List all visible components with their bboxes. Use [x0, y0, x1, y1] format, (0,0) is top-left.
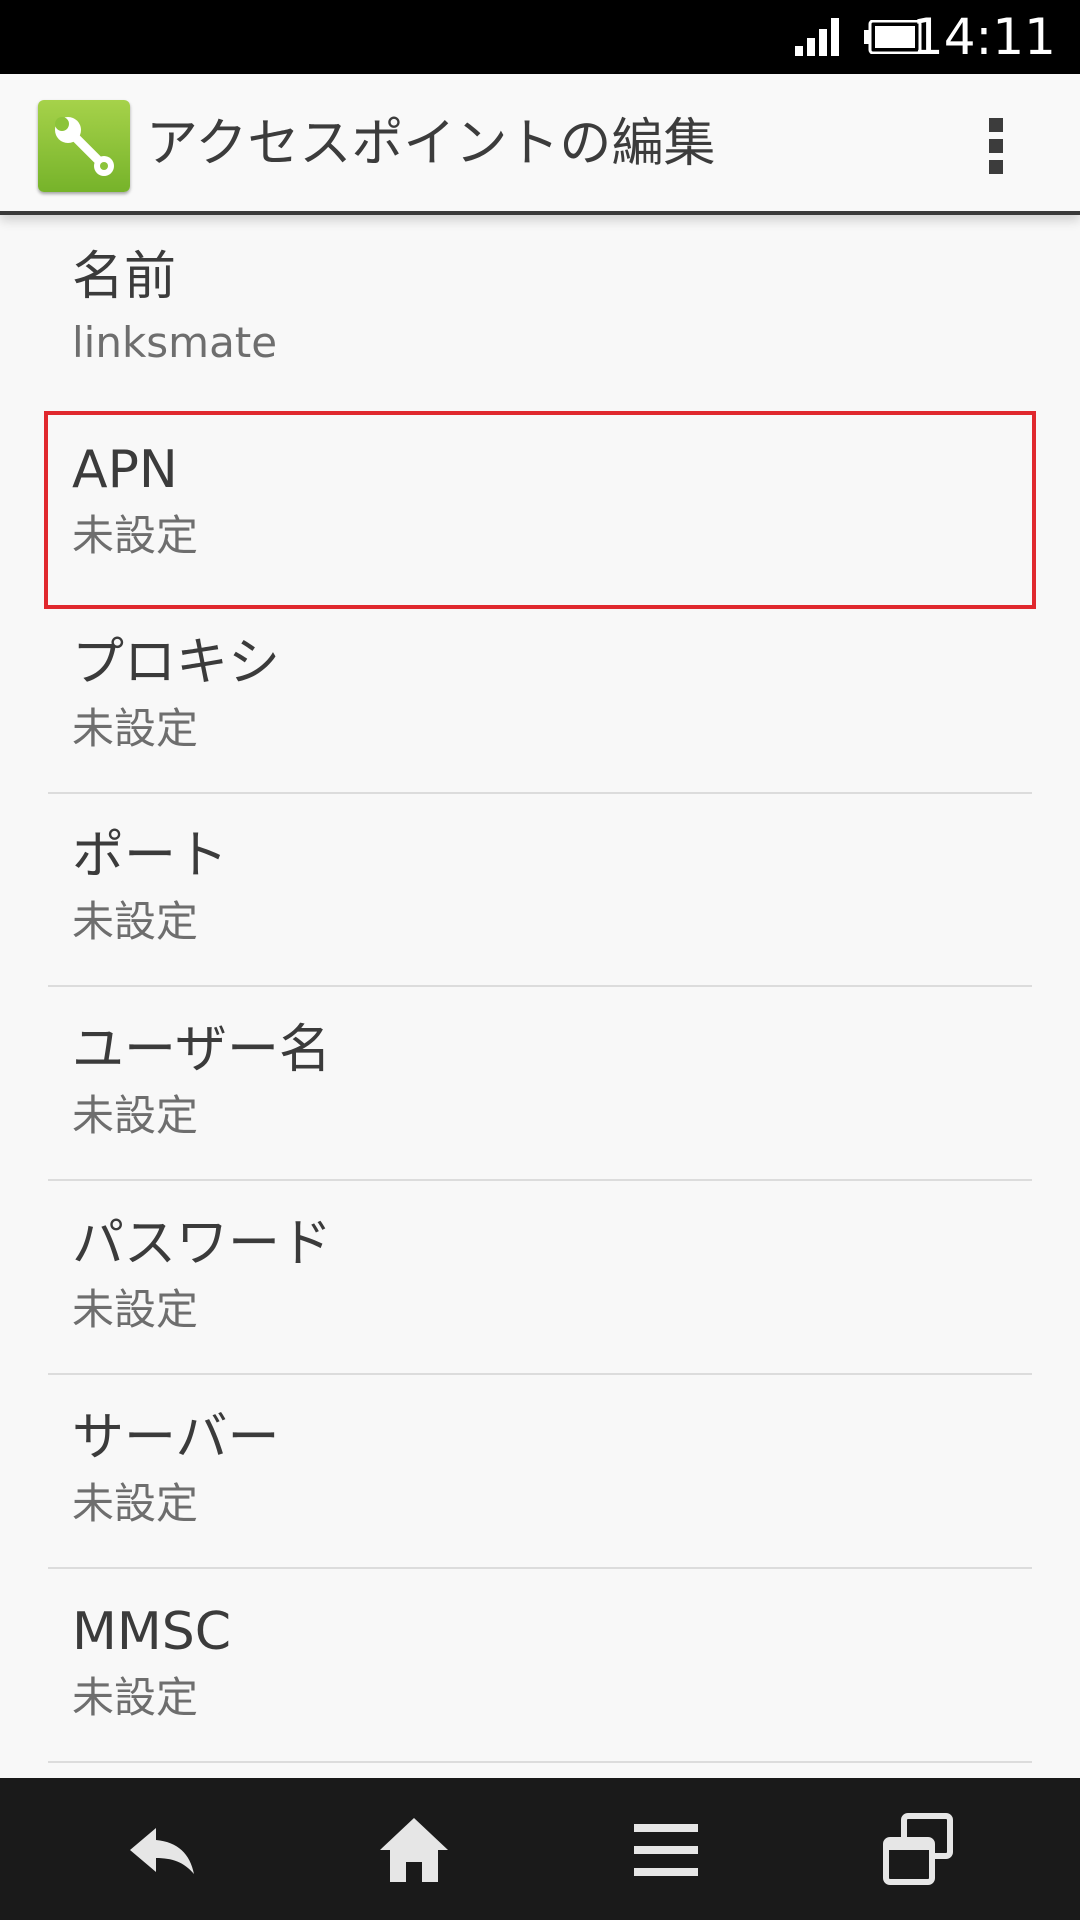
setting-mmsc[interactable]: MMSC 未設定 [48, 1570, 1032, 1763]
setting-value: 未設定 [72, 897, 199, 946]
overflow-menu-icon[interactable] [976, 114, 1016, 178]
setting-label: ポート [72, 826, 229, 886]
wrench-icon[interactable] [38, 100, 130, 192]
back-icon[interactable] [120, 1808, 204, 1892]
setting-label: 名前 [72, 247, 177, 307]
setting-username[interactable]: ユーザー名 未設定 [48, 988, 1032, 1181]
setting-label: サーバー [72, 1408, 280, 1468]
menu-icon[interactable] [624, 1808, 708, 1892]
setting-value: 未設定 [72, 1673, 199, 1722]
page-title: アクセスポイントの編集 [146, 114, 716, 174]
recent-apps-front-icon [876, 1808, 960, 1892]
setting-value: 未設定 [72, 704, 199, 753]
setting-proxy[interactable]: プロキシ 未設定 [48, 601, 1032, 794]
divider [48, 985, 1032, 987]
setting-label: プロキシ [72, 633, 281, 693]
setting-name[interactable]: 名前 linksmate [48, 215, 1032, 408]
setting-value: 未設定 [72, 511, 199, 560]
setting-value: 未設定 [72, 1091, 199, 1140]
divider [48, 1567, 1032, 1569]
action-bar: アクセスポイントの編集 [0, 74, 1080, 215]
setting-value: 未設定 [72, 1479, 199, 1528]
setting-label: ユーザー名 [72, 1020, 331, 1080]
setting-apn[interactable]: APN 未設定 [48, 408, 1032, 601]
clock: 14:11 [911, 8, 1056, 66]
setting-port[interactable]: ポート 未設定 [48, 794, 1032, 987]
setting-server[interactable]: サーバー 未設定 [48, 1376, 1032, 1569]
setting-value: linksmate [72, 318, 278, 367]
setting-value: 未設定 [72, 1285, 199, 1334]
status-bar: 14:11 [0, 0, 1080, 74]
home-icon[interactable] [372, 1808, 456, 1892]
setting-label: APN [72, 440, 178, 500]
setting-label: パスワード [72, 1214, 333, 1274]
setting-label: MMSC [72, 1602, 232, 1662]
navigation-bar [0, 1778, 1080, 1920]
divider [48, 1373, 1032, 1375]
divider [48, 1179, 1032, 1181]
signal-icon [795, 18, 839, 56]
divider [48, 1761, 1032, 1763]
setting-password[interactable]: パスワード 未設定 [48, 1182, 1032, 1375]
